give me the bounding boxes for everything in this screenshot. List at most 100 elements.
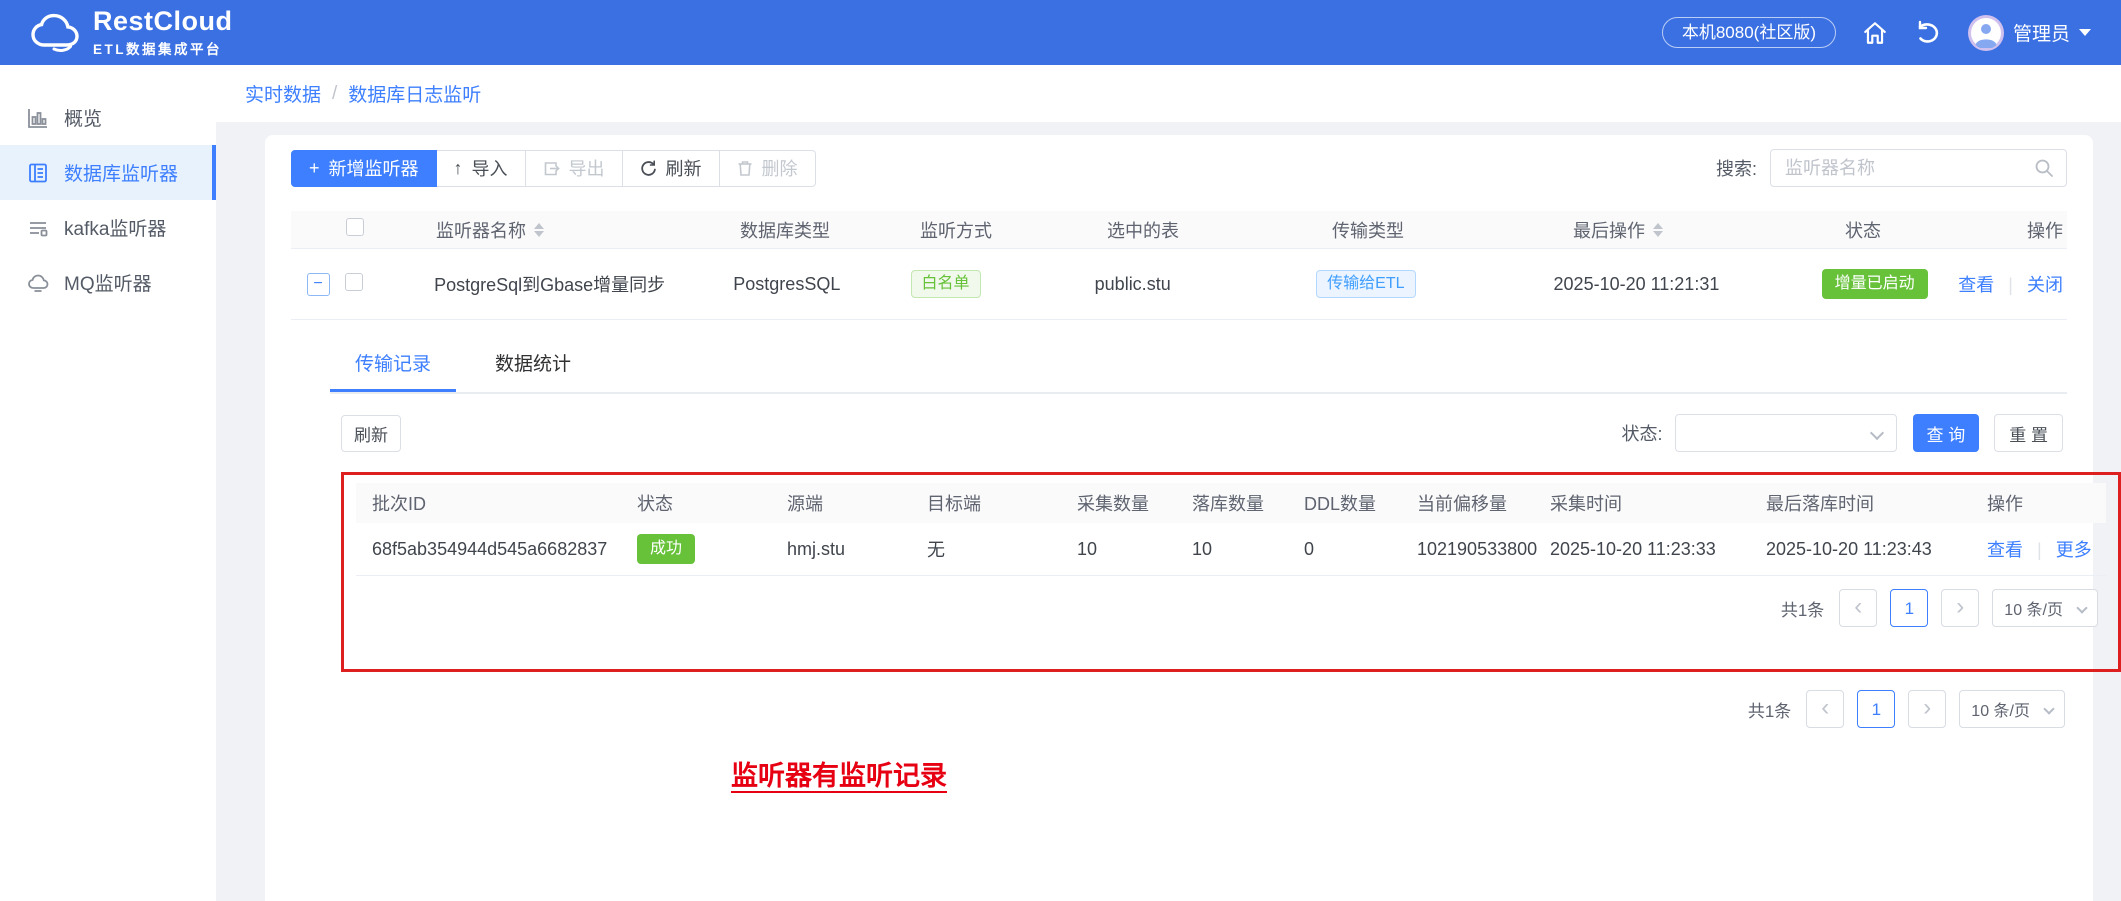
col-actions: 操作 — [1984, 217, 2067, 243]
brand-subtitle: ETL数据集成平台 — [93, 38, 233, 58]
col-status: 状态 — [1811, 217, 1984, 243]
toolbar: + 新增监听器 ↑ 导入 导出 — [291, 149, 2067, 187]
col-listen-mode: 监听方式 — [906, 217, 1093, 243]
col-selected-table: 选中的表 — [1093, 217, 1318, 243]
records-filter-bar: 刷新 状态: 查 询 重 置 — [341, 414, 2063, 452]
records-table-header: 批次ID 状态 源端 目标端 采集数量 落库数量 DDL数量 当前偏移量 采集时… — [356, 483, 2106, 523]
breadcrumb: 实时数据 / 数据库日志监听 — [216, 65, 2121, 122]
close-link[interactable]: 关闭 — [2027, 275, 2063, 295]
reset-button[interactable]: 重 置 — [1994, 414, 2063, 452]
sidebar-item-label: kafka监听器 — [64, 214, 166, 241]
status-select[interactable] — [1675, 414, 1897, 452]
brand: RestCloud ETL数据集成平台 — [30, 7, 233, 57]
sidebar-item-overview[interactable]: 概览 — [0, 90, 216, 145]
undo-icon[interactable] — [1914, 20, 1942, 46]
col-source: 源端 — [771, 490, 911, 516]
records-total-count: 共1条 — [1781, 596, 1824, 621]
home-icon[interactable] — [1862, 20, 1888, 46]
prev-page-button[interactable]: ‹ — [1806, 690, 1844, 728]
add-listener-button[interactable]: + 新增监听器 — [291, 150, 437, 187]
batch-id: 68f5ab354944d545a6682837 — [356, 539, 621, 560]
tab-transfer-records[interactable]: 传输记录 — [330, 340, 456, 392]
next-page-button[interactable]: › — [1941, 589, 1979, 627]
export-button[interactable]: 导出 — [526, 150, 623, 187]
sidebar-item-label: 数据库监听器 — [64, 159, 178, 186]
breadcrumb-db-log-listen: 数据库日志监听 — [348, 80, 481, 107]
prev-page-button[interactable]: ‹ — [1839, 589, 1877, 627]
table-row: − PostgreSql到Gbase增量同步 PostgresSQL 白名单 p… — [291, 249, 2067, 320]
detail-tabs: 传输记录 数据统计 — [330, 340, 2067, 394]
query-button[interactable]: 查 询 — [1913, 414, 1980, 452]
chevron-down-icon — [2079, 29, 2091, 36]
chevron-down-icon — [2043, 703, 2054, 714]
delete-button[interactable]: 删除 — [720, 150, 816, 187]
chevron-down-icon — [2076, 602, 2087, 613]
sidebar: 概览 数据库监听器 kafka监听器 MQ监听器 — [0, 65, 216, 901]
tab-data-stats[interactable]: 数据统计 — [470, 340, 596, 392]
col-collect-time: 采集时间 — [1534, 490, 1750, 516]
avatar — [1968, 15, 2004, 51]
sidebar-item-label: 概览 — [64, 104, 102, 131]
sidebar-item-db-listener[interactable]: 数据库监听器 — [0, 145, 216, 200]
breadcrumb-separator: / — [332, 83, 337, 105]
last-store-time: 2025-10-20 11:23:43 — [1750, 539, 1971, 560]
import-button[interactable]: ↑ 导入 — [437, 150, 526, 187]
sidebar-item-mq-listener[interactable]: MQ监听器 — [0, 255, 216, 310]
collect-time: 2025-10-20 11:23:33 — [1534, 539, 1750, 560]
divider: | — [2008, 275, 2013, 295]
top-header: RestCloud ETL数据集成平台 本机8080(社区版) — [0, 0, 2121, 65]
col-collect-count: 采集数量 — [1061, 490, 1176, 516]
collect-count: 10 — [1061, 539, 1176, 560]
refresh-icon — [640, 160, 657, 177]
record-view-link[interactable]: 查看 — [1987, 540, 2023, 560]
search-label: 搜索: — [1716, 155, 1757, 181]
last-operation-time: 2025-10-20 11:21:31 — [1532, 274, 1788, 295]
sort-icon[interactable] — [534, 223, 544, 237]
breadcrumb-realtime-data[interactable]: 实时数据 — [245, 80, 321, 107]
search-input[interactable] — [1770, 149, 2067, 187]
record-more-link[interactable]: 更多 — [2056, 540, 2092, 560]
col-batch-id: 批次ID — [356, 490, 621, 516]
page-number-button[interactable]: 1 — [1890, 589, 1928, 627]
user-name: 管理员 — [2013, 19, 2070, 46]
page-size-select[interactable]: 10 条/页 — [1959, 690, 2065, 728]
env-badge: 本机8080(社区版) — [1662, 17, 1836, 48]
record-row: 68f5ab354944d545a6682837 成功 hmj.stu 无 10… — [356, 523, 2106, 576]
listen-mode-badge: 白名单 — [911, 270, 981, 298]
col-last-operation: 最后操作 — [1573, 217, 1645, 243]
status-filter-label: 状态: — [1622, 420, 1663, 446]
col-target: 目标端 — [911, 490, 1061, 516]
store-count: 10 — [1176, 539, 1288, 560]
refresh-button[interactable]: 刷新 — [623, 150, 720, 187]
record-target: 无 — [911, 536, 1061, 562]
mq-cloud-icon — [27, 272, 49, 294]
select-all-checkbox[interactable] — [346, 218, 364, 236]
col-record-actions: 操作 — [1971, 490, 2106, 516]
listener-name: PostgreSql到Gbase增量同步 — [404, 271, 719, 297]
page-size-select[interactable]: 10 条/页 — [1992, 589, 2098, 627]
collapse-row-button[interactable]: − — [307, 273, 330, 296]
divider: | — [2037, 540, 2042, 560]
col-ddl-count: DDL数量 — [1288, 490, 1401, 516]
row-checkbox[interactable] — [345, 273, 363, 291]
page-number-button[interactable]: 1 — [1857, 690, 1895, 728]
main-card: + 新增监听器 ↑ 导入 导出 — [265, 135, 2093, 901]
sidebar-item-kafka-listener[interactable]: kafka监听器 — [0, 200, 216, 255]
restcloud-logo-icon — [30, 13, 80, 53]
db-type: PostgresSQL — [719, 274, 896, 295]
records-highlight-box: 批次ID 状态 源端 目标端 采集数量 落库数量 DDL数量 当前偏移量 采集时… — [341, 472, 2121, 672]
ddl-count: 0 — [1288, 539, 1401, 560]
bar-chart-icon — [27, 107, 49, 129]
listener-table-header: 监听器名称 数据库类型 监听方式 选中的表 传输类型 最后操作 状态 操作 — [291, 211, 2067, 249]
col-transfer-type: 传输类型 — [1318, 217, 1551, 243]
col-record-status: 状态 — [621, 490, 771, 516]
user-menu[interactable]: 管理员 — [1968, 15, 2091, 51]
sort-icon[interactable] — [1653, 223, 1663, 237]
view-link[interactable]: 查看 — [1958, 275, 1994, 295]
db-list-icon — [27, 162, 49, 184]
chevron-down-icon — [1869, 426, 1883, 440]
next-page-button[interactable]: › — [1908, 690, 1946, 728]
trash-icon — [737, 160, 753, 177]
search-icon[interactable] — [2034, 158, 2054, 183]
records-refresh-button[interactable]: 刷新 — [341, 415, 401, 452]
